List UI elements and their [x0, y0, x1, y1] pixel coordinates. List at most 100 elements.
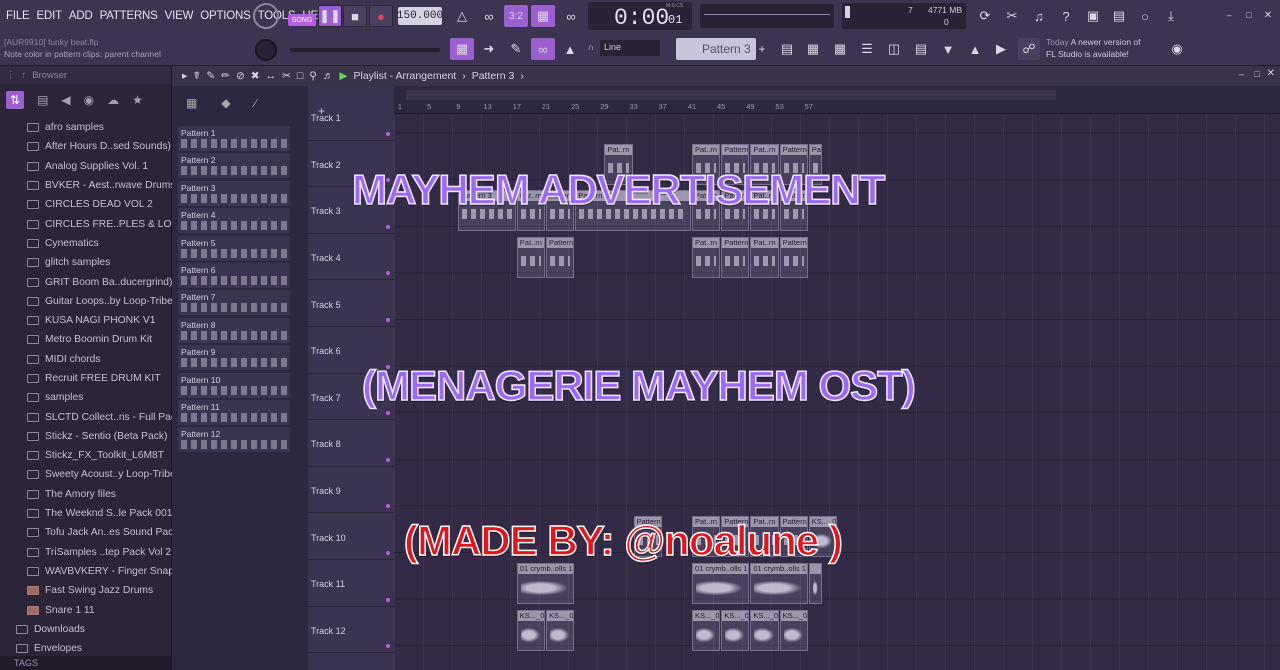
play-icon[interactable]: ▶ — [339, 70, 347, 82]
pattern-clip[interactable]: Pat..rn 4 — [692, 236, 721, 278]
playlist-minimize-icon[interactable]: – — [1239, 69, 1244, 79]
browser-folder[interactable]: Sweety Acoust..y Loop-Tribe — [0, 465, 172, 484]
track-header[interactable]: Track 10 — [308, 513, 394, 560]
drag-handle-icon[interactable]: ⋮ — [6, 70, 16, 81]
plugin-filter-icon[interactable]: ◉ — [84, 93, 94, 107]
browser-folder[interactable]: afro samples — [0, 118, 172, 137]
track-header[interactable]: Track 4 — [308, 234, 394, 281]
browser-folder[interactable]: CIRCLES FRE..PLES & LOOPS — [0, 214, 172, 233]
pattern-item[interactable]: Pattern 7 — [178, 290, 290, 316]
audio-clip[interactable] — [808, 563, 823, 604]
pattern-item[interactable]: Pattern 4 — [178, 208, 290, 234]
plugin-picker-icon[interactable]: ▼ — [937, 38, 959, 60]
arrow-icon[interactable]: ➜ — [478, 38, 500, 60]
master-volume-knob[interactable] — [253, 3, 279, 29]
track-header[interactable]: Track 5 — [308, 280, 394, 327]
browser-folder[interactable]: Tofu Jack An..es Sound Pack — [0, 523, 172, 542]
cut-tool-icon[interactable]: ✂ — [1001, 5, 1023, 27]
pencil-tool-icon[interactable]: ✎ — [206, 70, 215, 82]
audio-clip[interactable]: 01 crymb..olls 1 — [516, 563, 575, 604]
maximize-icon[interactable]: □ — [1242, 8, 1256, 22]
pattern-item[interactable]: Pattern 11 — [178, 400, 290, 425]
menu-patterns[interactable]: PATTERNS — [100, 10, 158, 22]
menu-add[interactable]: ADD — [69, 10, 93, 22]
menu-file[interactable]: FILE — [6, 10, 30, 22]
timeline-ruler[interactable]: 1 5 9 13 17 21 25 29 33 37 41 45 49 53 57 — [394, 86, 1280, 114]
browser-folder[interactable]: KUSA NAGI PHONK V1 — [0, 311, 172, 330]
pattern-item[interactable]: Pattern 3 — [178, 180, 290, 206]
pattern-clip[interactable]: Pat..rn 4 — [516, 236, 545, 278]
main-pitch-slider[interactable] — [290, 48, 440, 52]
track-header[interactable]: Track 11 — [308, 560, 394, 607]
headphones-icon[interactable]: ☤ — [193, 70, 200, 82]
track-led-icon[interactable] — [386, 131, 390, 136]
audio-clip[interactable]: 01 crymb..olls 1 — [692, 563, 750, 604]
audio-filter-icon[interactable]: ◀ — [61, 93, 70, 107]
metronome-icon[interactable]: △ — [451, 5, 473, 27]
pattern-clip[interactable]: Pattern 4 — [779, 236, 808, 278]
snap-select[interactable]: Line — [600, 40, 660, 56]
slip-tool-icon[interactable]: ↔ — [266, 70, 277, 82]
speaker-icon[interactable]: ♬ — [323, 70, 334, 82]
browser-folder[interactable]: TriSamples ..tep Pack Vol 2 — [0, 543, 172, 562]
browser-folder[interactable]: Stickz - Sentio (Beta Pack) — [0, 427, 172, 446]
mute-tool-icon[interactable]: ✖ — [251, 70, 260, 82]
pitch-knob[interactable] — [255, 39, 277, 61]
zoom-tool-icon[interactable]: ⚲ — [309, 70, 317, 82]
chat-icon[interactable]: ○ — [1134, 5, 1156, 27]
globe-icon[interactable]: ◉ — [1166, 38, 1188, 60]
countdown-icon[interactable]: 3:2 — [504, 5, 528, 27]
track-led-icon[interactable] — [386, 550, 390, 555]
track-led-icon[interactable] — [386, 271, 390, 276]
pattern-item[interactable]: Pattern 6 — [178, 263, 290, 288]
piano-roll-icon[interactable]: ▦ — [450, 38, 474, 60]
render-icon[interactable]: ▤ — [1108, 5, 1130, 27]
grid-icon[interactable]: ▦ — [829, 38, 851, 60]
audio-icon[interactable]: ∕ — [255, 96, 257, 110]
menu-options[interactable]: OPTIONS — [200, 10, 251, 22]
browser-folder[interactable]: glitch samples — [0, 253, 172, 272]
pattern-item[interactable]: Pattern 5 — [178, 235, 290, 261]
loop-record-icon[interactable]: ∞ — [560, 5, 582, 27]
audio-clip[interactable]: 01 crymb..olls 1 — [750, 563, 808, 604]
pattern-item[interactable]: Pattern 12 — [178, 427, 290, 453]
track-header[interactable]: Track 1 — [308, 94, 394, 141]
track-led-icon[interactable] — [386, 457, 390, 462]
record-button[interactable]: ● — [369, 5, 393, 27]
mixer-icon[interactable]: ☰ — [856, 38, 878, 60]
menu-edit[interactable]: EDIT — [37, 10, 63, 22]
undo-icon[interactable]: ⟳ — [974, 5, 996, 27]
stamp-icon[interactable]: ▲ — [559, 38, 581, 60]
browser-folder[interactable]: The Weeknd S..le Pack 001 — [0, 504, 172, 523]
browser-file[interactable]: Fast Swing Jazz Drums — [0, 581, 172, 600]
browser-folder[interactable]: Downloads — [0, 620, 172, 639]
browser-folder[interactable]: After Hours D..sed Sounds) — [0, 137, 172, 156]
browser-folder[interactable]: Stickz_FX_Toolkit_L6M8T — [0, 446, 172, 465]
up-arrow-icon[interactable]: ↑ — [22, 70, 27, 81]
audio-clip[interactable]: KS..._09 — [721, 609, 750, 651]
loop-region[interactable] — [406, 90, 1056, 100]
add-pattern-icon[interactable]: + — [756, 40, 768, 58]
pattern-item[interactable]: Pattern 1 — [178, 126, 290, 151]
track-led-icon[interactable] — [386, 597, 390, 602]
audio-clip[interactable]: KS..._09 — [750, 609, 779, 651]
browser-icon[interactable]: ▤ — [910, 38, 932, 60]
stop-button[interactable]: ■ — [343, 5, 367, 27]
minimize-icon[interactable]: – — [1222, 8, 1236, 22]
track-led-icon[interactable] — [386, 504, 390, 509]
automation-icon[interactable]: ◆ — [221, 96, 230, 110]
song-mode-toggle[interactable]: SONG — [288, 14, 316, 26]
track-led-icon[interactable] — [386, 317, 390, 322]
pattern-selector[interactable]: Pattern 3 — [676, 38, 756, 60]
save-icon[interactable]: ▣ — [1082, 5, 1104, 27]
browser-folder[interactable]: Recruit FREE DRUM KIT — [0, 369, 172, 388]
star-filter-icon[interactable]: ★ — [132, 93, 143, 107]
track-header[interactable]: Track 8 — [308, 420, 394, 467]
playlist-maximize-icon[interactable]: □ — [1255, 69, 1260, 79]
browser-folder[interactable]: Analog Supplies Vol. 1 — [0, 157, 172, 176]
browser-folder[interactable]: The Amory files — [0, 485, 172, 504]
video-icon[interactable]: ▶ — [990, 38, 1012, 60]
download-icon[interactable]: ⤓ — [1160, 5, 1182, 27]
browser-folder[interactable]: GRIT Boom Ba..ducergrind) — [0, 272, 172, 291]
delete-tool-icon[interactable]: ⊘ — [236, 70, 245, 82]
